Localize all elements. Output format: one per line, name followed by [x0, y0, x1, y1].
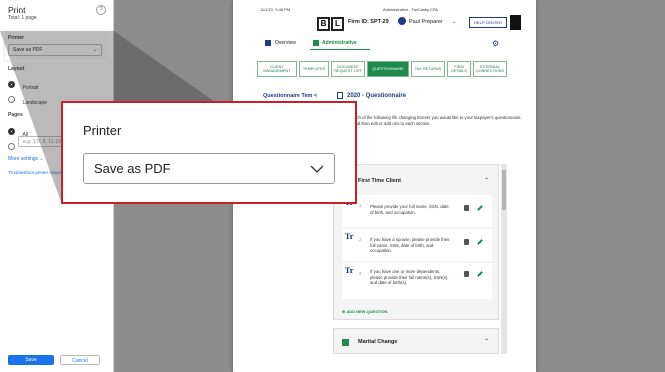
- zoom-printer-label: Printer: [83, 123, 122, 138]
- chevron-down-icon: [310, 165, 324, 173]
- zoom-callout: Printer Save as PDF: [61, 101, 357, 204]
- zoom-printer-select[interactable]: Save as PDF: [83, 153, 335, 184]
- zoom-printer-value: Save as PDF: [94, 161, 171, 176]
